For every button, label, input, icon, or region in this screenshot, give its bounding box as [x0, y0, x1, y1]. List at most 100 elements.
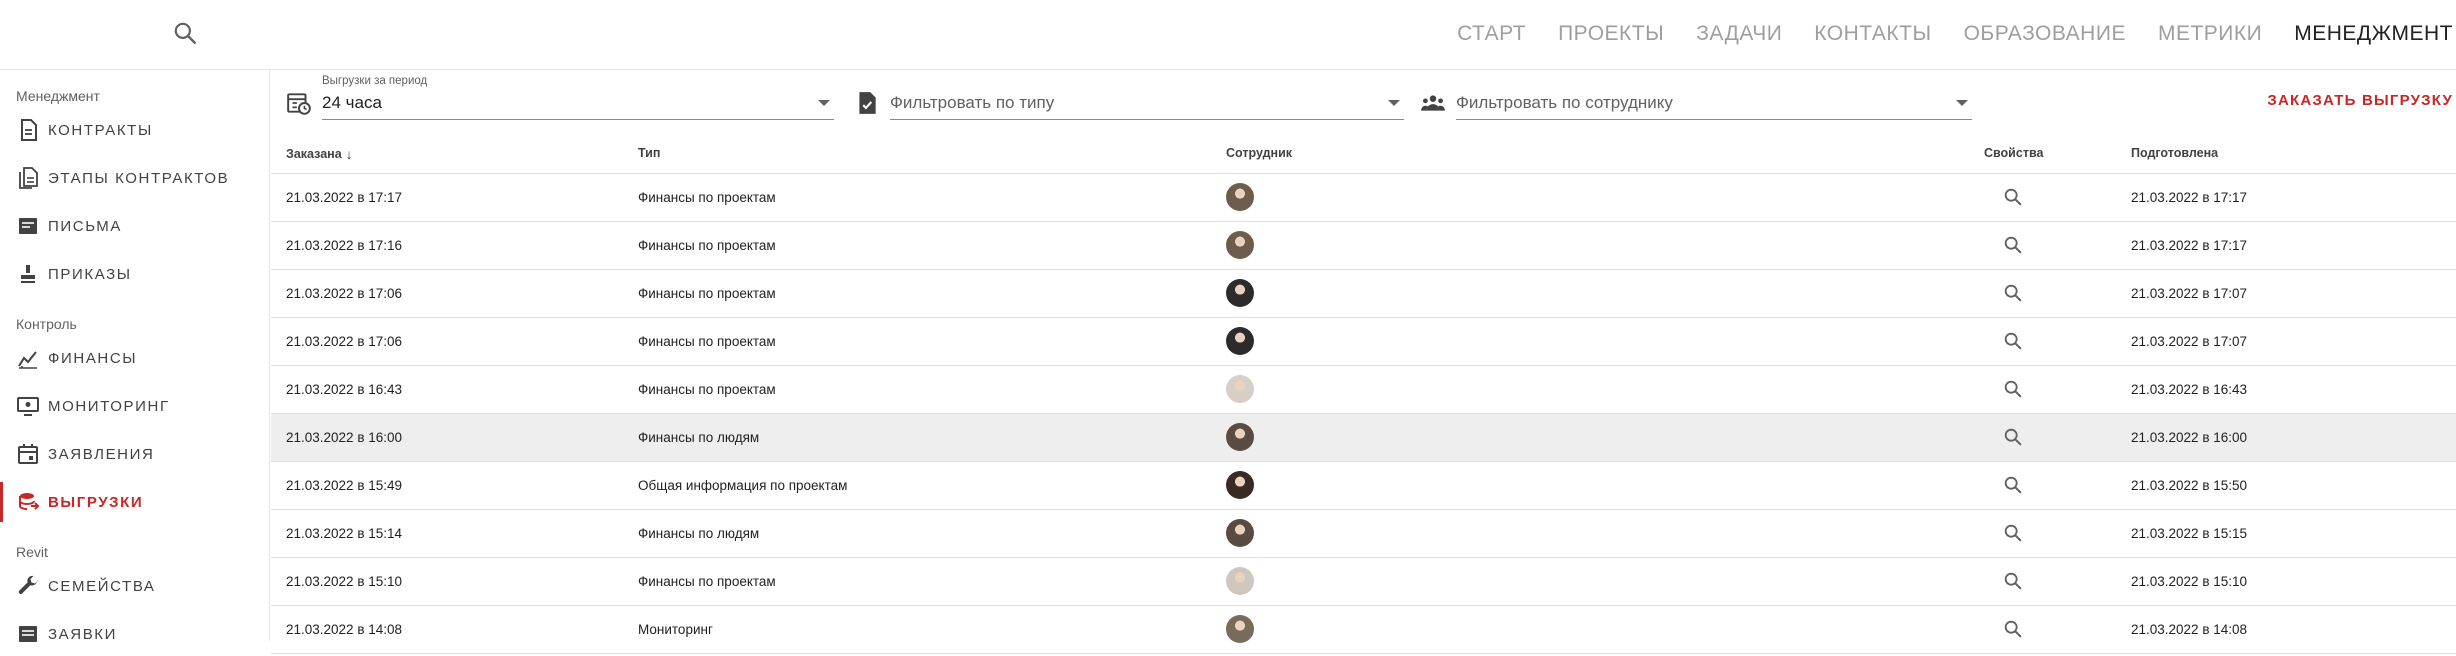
cell-type: Финансы по людям: [638, 526, 760, 541]
sidebar-section-revit: Revit: [16, 544, 48, 560]
table-row[interactable]: 21.03.2022 в 15:10 Финансы по проектам 21.…: [271, 558, 2456, 606]
wrench-icon: [18, 575, 38, 594]
properties-search-icon[interactable]: [2002, 522, 2024, 544]
column-header-ordered[interactable]: Заказана ↓: [286, 146, 353, 162]
properties-search-icon[interactable]: [2002, 186, 2024, 208]
sidebar-item-label: СЕМЕЙСТВА: [48, 577, 156, 595]
properties-search-icon[interactable]: [2002, 234, 2024, 256]
table-row[interactable]: 21.03.2022 в 16:00 Финансы по людям 21.03.…: [271, 414, 2456, 462]
period-select-value: 24 часа: [322, 93, 382, 112]
sidebar-item-monitoring[interactable]: МОНИТОРИНГ: [0, 384, 269, 428]
sidebar-item-families[interactable]: СЕМЕЙСТВА: [0, 564, 269, 608]
employee-select[interactable]: Фильтровать по сотруднику: [1456, 70, 1972, 120]
table-row[interactable]: 21.03.2022 в 17:17 Финансы по проектам 21.…: [271, 174, 2456, 222]
table-row[interactable]: 21.03.2022 в 15:14 Финансы по людям 21.03.…: [271, 510, 2456, 558]
employee-avatar[interactable]: [1226, 615, 1254, 643]
type-select[interactable]: Фильтровать по типу: [890, 70, 1404, 120]
cell-type: Финансы по людям: [638, 430, 760, 445]
request-icon: [19, 626, 37, 642]
top-bar: СТАРТ ПРОЕКТЫ ЗАДАЧИ КОНТАКТЫ ОБРАЗОВАНИЕ МЕТ…: [0, 0, 2456, 70]
search-icon[interactable]: [172, 20, 198, 46]
sidebar-item-label: ВЫГРУЗКИ: [48, 493, 144, 511]
employee-avatar[interactable]: [1226, 375, 1254, 403]
cell-prepared: 21.03.2022 в 17:07: [2131, 286, 2248, 301]
cell-ordered: 21.03.2022 в 17:06: [286, 286, 403, 301]
table-body: 21.03.2022 в 17:17 Финансы по проектам 21.…: [271, 174, 2456, 654]
cell-type: Общая информация по проектам: [638, 478, 848, 493]
properties-search-icon[interactable]: [2002, 330, 2024, 352]
cell-type: Финансы по проектам: [638, 574, 776, 589]
cell-type: Финансы по проектам: [638, 286, 776, 301]
sidebar-item-finance[interactable]: ФИНАНСЫ: [0, 336, 269, 380]
finance-chart-icon: [18, 351, 37, 369]
properties-search-icon[interactable]: [2002, 570, 2024, 592]
top-nav-item[interactable]: ЗАДАЧИ: [1696, 22, 1782, 46]
table-row[interactable]: 21.03.2022 в 14:08 Мониторинг 21.03.2022 в…: [271, 606, 2456, 654]
cell-prepared: 21.03.2022 в 16:43: [2131, 382, 2248, 397]
calendar-icon: [18, 444, 38, 464]
sidebar-item-letters[interactable]: ПИСЬМА: [0, 204, 269, 248]
table-row[interactable]: 21.03.2022 в 17:06 Финансы по проектам 21.…: [271, 270, 2456, 318]
top-nav-item[interactable]: КОНТАКТЫ: [1814, 22, 1931, 46]
letter-icon: [19, 218, 37, 234]
sidebar-item-label: КОНТРАКТЫ: [48, 121, 153, 139]
top-nav-item[interactable]: МЕНЕДЖМЕНТ: [2294, 22, 2453, 46]
cell-prepared: 21.03.2022 в 16:00: [2131, 430, 2248, 445]
column-header-type: Тип: [638, 146, 661, 160]
top-nav-item[interactable]: СТАРТ: [1457, 22, 1526, 46]
properties-search-icon[interactable]: [2002, 426, 2024, 448]
sidebar-item-contracts[interactable]: КОНТРАКТЫ: [0, 108, 269, 152]
employee-avatar[interactable]: [1226, 519, 1254, 547]
employee-avatar[interactable]: [1226, 327, 1254, 355]
sidebar-item-label: ПРИКАЗЫ: [48, 265, 132, 283]
table-row[interactable]: 21.03.2022 в 16:43 Финансы по проектам 21.…: [271, 366, 2456, 414]
chevron-down-icon: [1388, 100, 1400, 106]
sidebar-item-exports[interactable]: ВЫГРУЗКИ: [0, 480, 269, 524]
sidebar-item-label: ЗАЯВЛЕНИЯ: [48, 445, 155, 463]
type-select-placeholder: Фильтровать по типу: [890, 93, 1055, 112]
column-header-label: Заказана: [286, 147, 342, 161]
cell-ordered: 21.03.2022 в 17:16: [286, 238, 403, 253]
document-check-icon: [859, 92, 876, 114]
top-navigation: СТАРТ ПРОЕКТЫ ЗАДАЧИ КОНТАКТЫ ОБРАЗОВАНИЕ МЕТ…: [1425, 0, 2453, 68]
period-filter: Выгрузки за период 24 часа: [286, 70, 834, 132]
properties-search-icon[interactable]: [2002, 378, 2024, 400]
table-row[interactable]: 21.03.2022 в 17:06 Финансы по проектам 21.…: [271, 318, 2456, 366]
sidebar-item-label: ПИСЬМА: [48, 217, 123, 235]
sidebar-item-requests[interactable]: ЗАЯВКИ: [0, 612, 269, 656]
employee-avatar[interactable]: [1226, 279, 1254, 307]
cell-prepared: 21.03.2022 в 14:08: [2131, 622, 2248, 637]
employee-avatar[interactable]: [1226, 231, 1254, 259]
stamp-icon: [21, 265, 35, 283]
period-select[interactable]: Выгрузки за период 24 часа: [322, 70, 834, 120]
sort-arrow-icon: ↓: [345, 146, 353, 162]
export-database-icon: [19, 493, 40, 510]
employee-select-placeholder: Фильтровать по сотруднику: [1456, 93, 1673, 112]
employee-avatar[interactable]: [1226, 183, 1254, 211]
type-filter: Фильтровать по типу: [854, 70, 1404, 132]
cell-ordered: 21.03.2022 в 17:06: [286, 334, 403, 349]
properties-search-icon[interactable]: [2002, 282, 2024, 304]
order-export-button[interactable]: ЗАКАЗАТЬ ВЫГРУЗКУ: [2267, 92, 2453, 109]
employee-avatar[interactable]: [1226, 567, 1254, 595]
column-header-employee: Сотрудник: [1226, 146, 1293, 160]
top-nav-item[interactable]: ОБРАЗОВАНИЕ: [1964, 22, 2126, 46]
cell-type: Финансы по проектам: [638, 190, 776, 205]
sidebar-item-contract-stages[interactable]: ЭТАПЫ КОНТРАКТОВ: [0, 156, 269, 200]
sidebar-item-applications[interactable]: ЗАЯВЛЕНИЯ: [0, 432, 269, 476]
chevron-down-icon: [818, 100, 830, 106]
employee-avatar[interactable]: [1226, 471, 1254, 499]
properties-search-icon[interactable]: [2002, 474, 2024, 496]
column-header-properties: Свойства: [1984, 146, 2044, 160]
top-nav-item[interactable]: МЕТРИКИ: [2158, 22, 2262, 46]
employee-filter: Фильтровать по сотруднику: [1420, 70, 1972, 132]
properties-search-icon[interactable]: [2002, 618, 2024, 640]
sidebar-item-orders[interactable]: ПРИКАЗЫ: [0, 252, 269, 296]
employee-avatar[interactable]: [1226, 423, 1254, 451]
top-nav-item[interactable]: ПРОЕКТЫ: [1558, 22, 1664, 46]
table-row[interactable]: 21.03.2022 в 17:16 Финансы по проектам 21.…: [271, 222, 2456, 270]
calendar-clock-icon: [287, 93, 311, 115]
table-header: Заказана ↓ Тип Сотрудник Свойства Подгото…: [271, 132, 2456, 174]
table-row[interactable]: 21.03.2022 в 15:49 Общая информация по пр…: [271, 462, 2456, 510]
cell-prepared: 21.03.2022 в 17:17: [2131, 238, 2248, 253]
